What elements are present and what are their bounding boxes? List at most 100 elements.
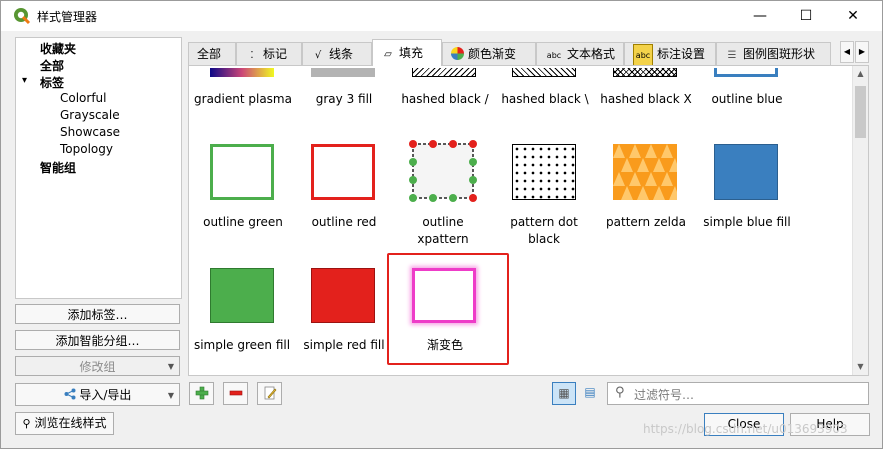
scroll-down-arrow-icon[interactable]: ▼: [853, 359, 868, 375]
tree-item-smart-groups[interactable]: 智能组: [40, 159, 76, 176]
symbol-preview-outline-xpattern[interactable]: [407, 138, 479, 204]
symbol-label: pattern zelda: [606, 215, 686, 229]
tab-fill-label: 填充: [399, 46, 424, 60]
grid-view-icon: ▦: [558, 386, 570, 400]
plus-icon: [195, 386, 208, 400]
symbol-preview-hashed-black-backslash[interactable]: [512, 68, 576, 77]
dropdown-arrow-icon: ▼: [167, 362, 174, 371]
text-format-icon: abc: [546, 51, 562, 60]
tab-color-ramp[interactable]: 颜色渐变: [442, 42, 536, 65]
tree-item-topology[interactable]: Topology: [60, 142, 113, 156]
watermark-text: https://blog.csdn.net/u013693903: [643, 422, 848, 436]
vertical-scrollbar[interactable]: ▲ ▼: [852, 66, 868, 375]
remove-symbol-button[interactable]: [223, 382, 248, 405]
icon-view-toggle[interactable]: ▦: [552, 382, 576, 405]
tab-marker[interactable]: ⁚ 标记: [236, 42, 302, 65]
import-export-button[interactable]: 导入/导出 ▼: [15, 383, 180, 406]
marker-icon: ⁚: [250, 50, 254, 61]
qgis-logo-icon: [14, 8, 31, 25]
tab-text-format-label: 文本格式: [567, 47, 616, 61]
selection-highlight: [387, 253, 509, 365]
symbol-grid[interactable]: gradient plasma gray 3 fill hashed black…: [188, 65, 869, 376]
tab-text-format[interactable]: abc 文本格式: [536, 42, 624, 65]
symbol-label: hashed black \: [501, 92, 589, 106]
symbol-label: gradient plasma: [194, 92, 292, 106]
tab-label-settings-label: 标注设置: [657, 47, 706, 61]
symbol-preview-outline-red[interactable]: [311, 144, 375, 200]
group-tree[interactable]: 收藏夹 全部 ▾ 标签 Colorful Grayscale Showcase …: [15, 37, 182, 299]
minus-icon: [229, 390, 242, 396]
symbol-preview-pattern-dot-black[interactable]: [512, 144, 576, 200]
tab-all[interactable]: 全部: [188, 42, 236, 65]
title-bar: 样式管理器 — ☐ ✕: [1, 1, 882, 31]
dropdown-arrow-icon: ▼: [167, 391, 174, 400]
symbol-preview-gradient-plasma[interactable]: [210, 68, 274, 77]
expand-arrow-icon[interactable]: ▾: [22, 75, 27, 86]
tab-fill[interactable]: ▱ 填充: [372, 39, 442, 66]
minimize-button[interactable]: —: [737, 1, 783, 31]
symbol-preview-simple-blue-fill[interactable]: [714, 144, 778, 200]
symbol-preview-hashed-black-x[interactable]: [613, 68, 677, 77]
search-icon: ⚲: [22, 417, 31, 430]
symbol-label: hashed black /: [401, 92, 489, 106]
tree-item-showcase[interactable]: Showcase: [60, 125, 120, 139]
add-symbol-button[interactable]: [189, 382, 214, 405]
list-view-toggle[interactable]: ▤: [578, 382, 602, 405]
tab-label-settings[interactable]: abc 标注设置: [624, 42, 716, 65]
tab-line[interactable]: √ 线条: [302, 42, 372, 65]
edit-symbol-button[interactable]: [257, 382, 282, 405]
symbol-preview-simple-red-fill[interactable]: [311, 268, 375, 323]
style-manager-window: 样式管理器 — ☐ ✕ 收藏夹 全部 ▾ 标签 Colorful Graysca…: [0, 0, 883, 449]
tab-marker-label: 标记: [263, 47, 288, 61]
tree-item-grayscale[interactable]: Grayscale: [60, 108, 120, 122]
modify-group-label: 修改组: [79, 360, 116, 374]
symbol-preview-gray-3-fill[interactable]: [311, 68, 375, 77]
symbol-label: outline green: [203, 215, 283, 229]
scroll-up-arrow-icon[interactable]: ▲: [853, 66, 868, 82]
symbol-preview-pattern-zelda[interactable]: [613, 144, 677, 200]
symbol-label: outline red: [311, 215, 377, 229]
symbol-preview-hashed-black-slash[interactable]: [412, 68, 476, 77]
color-ramp-icon: [451, 47, 464, 60]
legend-patch-icon: ☰: [727, 50, 737, 61]
line-icon: √: [314, 50, 322, 61]
tree-item-all[interactable]: 全部: [40, 57, 64, 74]
symbol-label: hashed black X: [600, 92, 692, 106]
tree-item-favorites[interactable]: 收藏夹: [40, 40, 76, 57]
list-view-icon: ▤: [584, 385, 596, 399]
add-smart-group-button[interactable]: 添加智能分组…: [15, 330, 180, 350]
tree-item-colorful[interactable]: Colorful: [60, 91, 107, 105]
label-settings-icon: abc: [633, 44, 653, 65]
symbol-label: simple red fill: [303, 338, 385, 352]
symbol-label: pattern dot black: [510, 215, 578, 246]
scrollbar-thumb[interactable]: [855, 86, 866, 138]
maximize-button[interactable]: ☐: [783, 1, 829, 31]
symbol-label: simple green fill: [193, 338, 291, 352]
fill-icon: ▱: [384, 49, 392, 60]
tab-color-ramp-label: 颜色渐变: [468, 47, 517, 61]
window-title: 样式管理器: [37, 10, 98, 24]
edit-pencil-icon: [264, 386, 276, 400]
share-icon: [64, 388, 76, 400]
import-export-label: 导入/导出: [79, 388, 132, 402]
browse-online-label: 浏览在线样式: [34, 416, 107, 430]
close-window-button[interactable]: ✕: [830, 1, 876, 31]
tree-item-tags[interactable]: 标签: [40, 74, 64, 91]
tab-scroll-right-button[interactable]: ▶: [855, 41, 869, 63]
modify-group-button[interactable]: 修改组 ▼: [15, 356, 180, 376]
search-icon: ⚲: [615, 385, 625, 400]
symbol-preview-outline-green[interactable]: [210, 144, 274, 200]
tab-line-label: 线条: [329, 47, 354, 61]
tab-legend-patch[interactable]: ☰ 图例图斑形状: [716, 42, 831, 65]
tab-all-label: 全部: [197, 47, 222, 61]
symbol-type-tabs: 全部 ⁚ 标记 √ 线条 ▱ 填充 颜色渐变 abc 文本格式 abc 标注设置 ☰ 图例图…: [188, 39, 831, 66]
add-tag-button[interactable]: 添加标签…: [15, 304, 180, 324]
symbol-preview-outline-blue[interactable]: [714, 68, 778, 77]
symbol-label: outline blue: [711, 92, 783, 106]
tab-scroll-left-button[interactable]: ◀: [840, 41, 854, 63]
browse-online-styles-button[interactable]: ⚲ 浏览在线样式: [15, 412, 114, 435]
symbol-label: simple blue fill: [703, 215, 791, 229]
symbol-label: gray 3 fill: [315, 92, 373, 106]
filter-symbols-input[interactable]: ⚲ 过滤符号…: [607, 382, 869, 405]
symbol-preview-simple-green-fill[interactable]: [210, 268, 274, 323]
